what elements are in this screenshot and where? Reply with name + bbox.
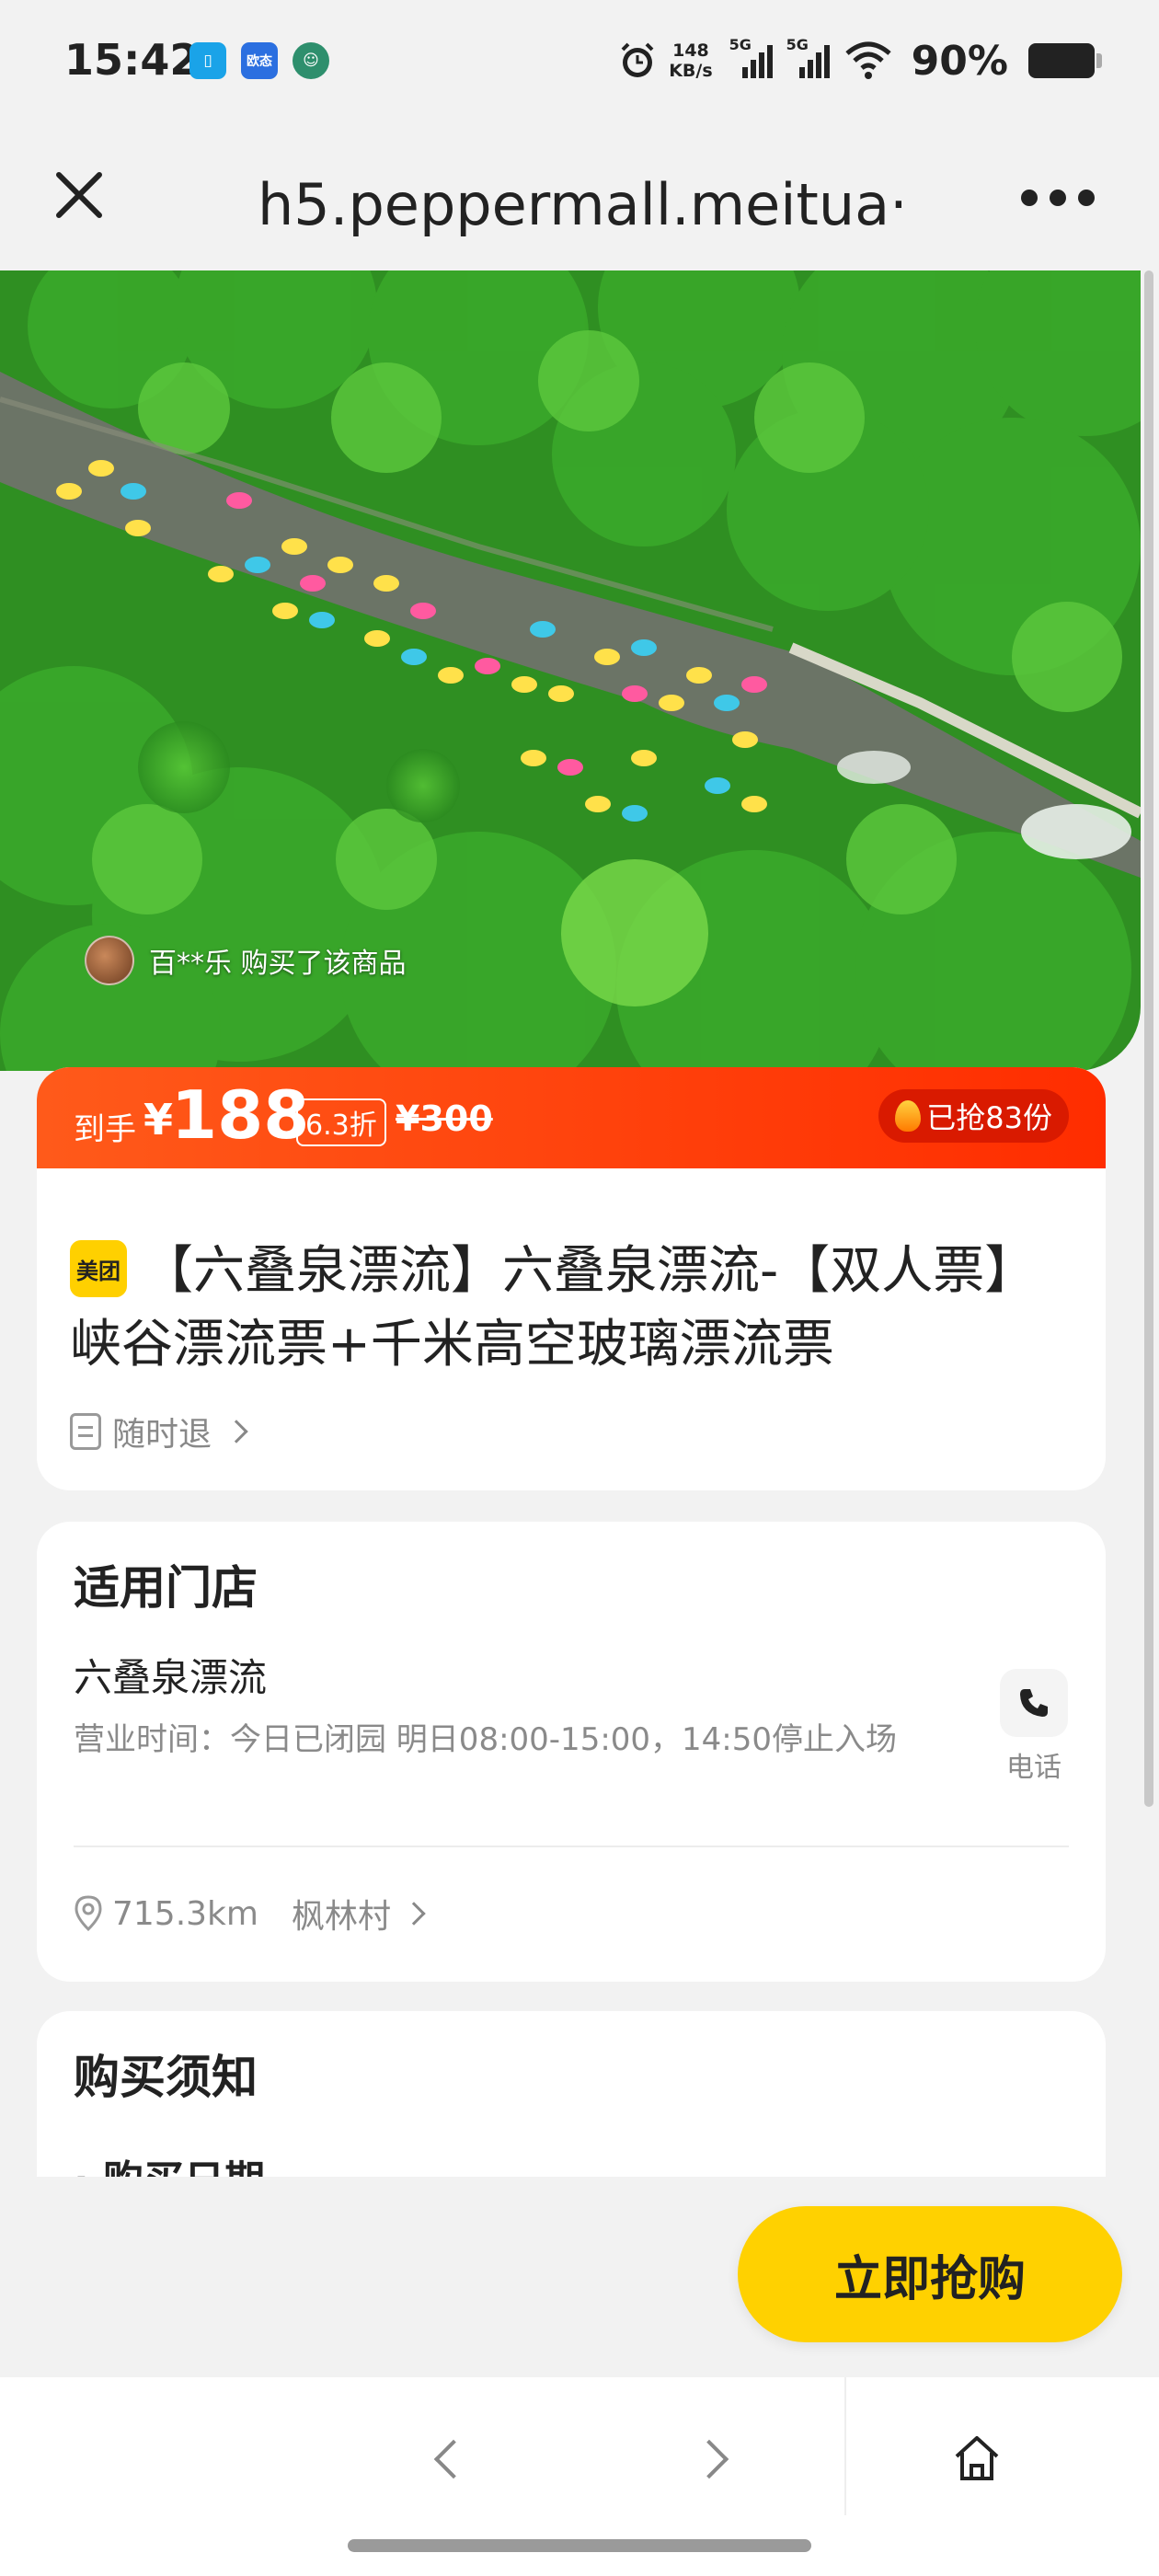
- phone-app-icon: ▯: [189, 42, 226, 79]
- chevron-right-icon: [224, 1420, 248, 1443]
- sold-count-text: 已抢83份: [926, 1100, 1052, 1135]
- gesture-bar[interactable]: [348, 2539, 811, 2552]
- more-options-icon[interactable]: [1021, 184, 1095, 212]
- price-prefix: 到手: [74, 1111, 136, 1148]
- buyer-avatar: [85, 936, 134, 985]
- section-title: 适用门店: [74, 1561, 258, 1615]
- signal-icon: [798, 45, 830, 78]
- page-scrollbar[interactable]: [1144, 270, 1153, 1807]
- status-indicators: 148 KB/s 5G 5G 90%: [617, 33, 1102, 88]
- chevron-right-icon: [402, 1902, 426, 1926]
- oppo-app-icon: 欧态: [241, 42, 278, 79]
- refund-policy-label: 随时退: [112, 1416, 212, 1454]
- location-row[interactable]: 715.3km 枫林村: [74, 1890, 426, 1938]
- store-area: 枫林村: [291, 1898, 391, 1936]
- deal-price: 188: [171, 1076, 310, 1154]
- recent-buyer-notice: 百**乐 购买了该商品: [85, 935, 407, 986]
- applicable-store-card: 适用门店 六叠泉漂流 营业时间：今日已闭园 明日08:00-15:00，14:5…: [37, 1522, 1106, 1982]
- divider: [844, 2377, 846, 2515]
- browser-nav-bar: h5.peppermall.meitua···: [0, 129, 1159, 270]
- store-distance: 715.3km: [112, 1894, 258, 1933]
- phone-icon-box: [1000, 1669, 1068, 1737]
- deal-info-card: 到手 ¥ 188 6.3折 ¥300 已抢83份 美团 【六叠泉漂流】六叠泉漂流…: [37, 1067, 1106, 1490]
- net-speed-unit: KB/s: [669, 61, 713, 81]
- discount-tag: 6.3折: [296, 1098, 386, 1146]
- original-price: ¥300: [396, 1098, 493, 1139]
- avatar-app-icon: ☺: [293, 42, 329, 79]
- page-url-title: h5.peppermall.meitua···: [258, 171, 901, 238]
- close-icon[interactable]: [52, 167, 107, 223]
- signal-1: 5G: [729, 36, 775, 82]
- home-icon[interactable]: [951, 2432, 1003, 2484]
- signal-2: 5G: [786, 36, 832, 82]
- phone-button[interactable]: 电话: [999, 1669, 1069, 1785]
- product-title: 【六叠泉漂流】六叠泉漂流-【双人票】峡谷漂流票+千米高空玻璃漂流票: [70, 1241, 1037, 1374]
- net-speed: 148 KB/s: [669, 40, 712, 81]
- price-bar: 到手 ¥ 188 6.3折 ¥300 已抢83份: [37, 1067, 1106, 1168]
- forward-icon[interactable]: [689, 2439, 729, 2479]
- back-icon[interactable]: [433, 2439, 474, 2479]
- signal-icon: [741, 45, 773, 78]
- net-speed-value: 148: [672, 40, 709, 61]
- buy-now-button[interactable]: 立即抢购: [738, 2206, 1122, 2342]
- store-hours: 营业时间：今日已闭园 明日08:00-15:00，14:50停止入场: [74, 1721, 898, 1758]
- location-pin-icon: [75, 1895, 102, 1932]
- battery-text: 90%: [911, 37, 1008, 85]
- document-icon: [70, 1413, 101, 1450]
- alarm-icon: [621, 42, 654, 77]
- recent-buyer-text: 百**乐 购买了该商品: [149, 948, 407, 980]
- section-title: 购买须知: [74, 2051, 258, 2104]
- price-currency: ¥: [143, 1095, 174, 1144]
- divider: [74, 1846, 1069, 1847]
- status-time: 15:42: [64, 35, 200, 85]
- fire-icon: [895, 1100, 922, 1132]
- store-name[interactable]: 六叠泉漂流: [74, 1647, 267, 1703]
- phone-icon: [1020, 1689, 1048, 1717]
- phone-label: 电话: [1006, 1752, 1061, 1784]
- refund-policy[interactable]: 随时退: [70, 1408, 248, 1455]
- wifi-icon: [845, 41, 891, 79]
- status-bar: 15:42 ▯ 欧态 ☺ 148 KB/s 5G 5G 90%: [0, 0, 1159, 129]
- battery-icon: [1028, 43, 1102, 78]
- sold-count-badge: 已抢83份: [878, 1089, 1069, 1143]
